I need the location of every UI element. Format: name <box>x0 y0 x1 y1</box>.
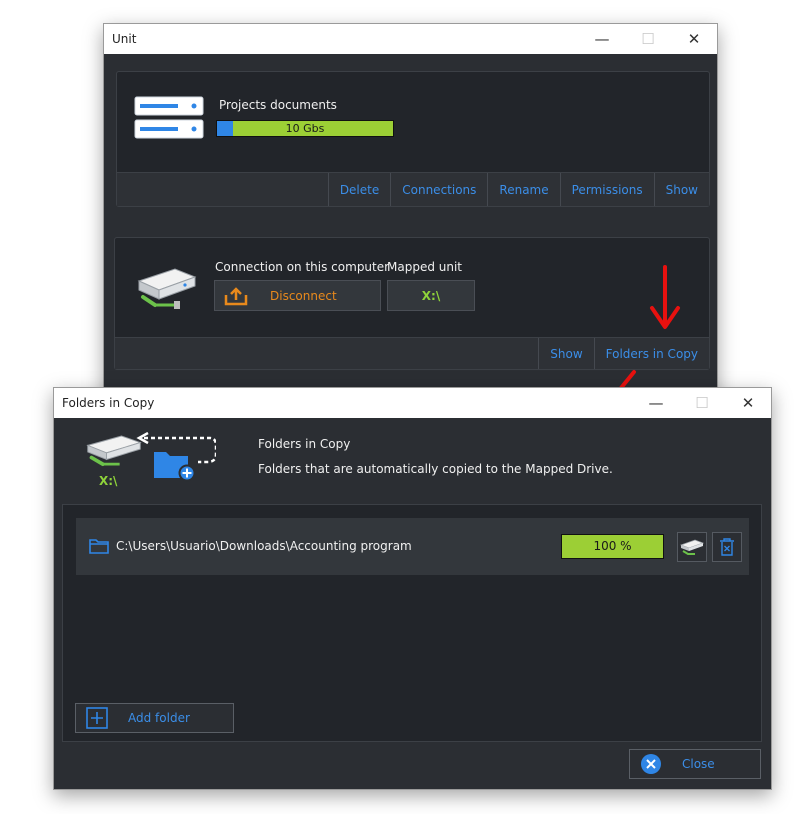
unit-window-title: Unit <box>112 32 137 46</box>
folders-in-copy-window: Folders in Copy — ☐ ✕ X:\ Folders in Cop… <box>53 387 772 790</box>
maximize-icon[interactable]: ☐ <box>679 388 725 418</box>
rename-button[interactable]: Rename <box>487 173 559 206</box>
delete-button[interactable]: Delete <box>327 173 390 206</box>
network-drive-icon <box>680 539 704 555</box>
folders-titlebar: Folders in Copy — ☐ ✕ <box>54 388 771 418</box>
storage-name: Projects documents <box>219 98 337 112</box>
folder-progress-bar: 100 % <box>561 534 664 559</box>
folders-window-title: Folders in Copy <box>62 396 155 410</box>
folder-icon <box>89 539 109 554</box>
connection-label: Connection on this computer <box>215 260 390 274</box>
delete-icon <box>720 538 734 556</box>
network-drive-icon <box>86 435 142 466</box>
close-label: Close <box>682 757 715 771</box>
connection-actions: Show Folders in Copy <box>115 337 709 369</box>
storage-actions: Delete Connections Rename Permissions Sh… <box>117 172 709 206</box>
connections-button[interactable]: Connections <box>390 173 487 206</box>
add-folder-button[interactable]: Add folder <box>75 703 234 733</box>
close-window-icon[interactable]: ✕ <box>725 388 771 418</box>
close-button[interactable]: Close <box>629 749 761 779</box>
connection-panel: Connection on this computer Disconnect M… <box>114 237 710 370</box>
mapped-unit-value-box: X:\ <box>387 280 475 311</box>
folders-heading: Folders in Copy <box>258 437 351 451</box>
minimize-icon[interactable]: — <box>633 388 679 418</box>
storage-usage-bar: 10 Gbs <box>216 120 394 137</box>
disconnect-label: Disconnect <box>270 288 337 303</box>
maximize-icon[interactable]: ☐ <box>625 24 671 54</box>
folder-list: C:\Users\Usuario\Downloads\Accounting pr… <box>62 504 762 742</box>
add-folder-label: Add folder <box>128 711 190 725</box>
open-drive-button[interactable] <box>677 532 707 562</box>
plus-icon <box>86 707 108 729</box>
storage-panel: Projects documents 10 Gbs Delete Connect… <box>116 71 710 207</box>
drive-letter: X:\ <box>99 474 118 488</box>
close-window-icon[interactable]: ✕ <box>671 24 717 54</box>
unit-window: Unit — ☐ ✕ Projects documents 10 Gbs Del… <box>103 23 718 403</box>
remove-folder-button[interactable] <box>712 532 742 562</box>
folder-row[interactable]: C:\Users\Usuario\Downloads\Accounting pr… <box>76 518 749 575</box>
folders-description: Folders that are automatically copied to… <box>258 462 613 476</box>
storage-usage-label: 10 Gbs <box>285 122 325 135</box>
annotation-arrow-down <box>650 265 680 329</box>
mapped-unit-label: Mapped unit <box>387 260 463 274</box>
disconnect-button[interactable]: Disconnect <box>214 280 381 311</box>
minimize-icon[interactable]: — <box>579 24 625 54</box>
folder-path: C:\Users\Usuario\Downloads\Accounting pr… <box>116 539 412 553</box>
show-storage-button[interactable]: Show <box>653 173 709 206</box>
server-icon <box>134 96 204 139</box>
network-drive-icon <box>137 268 197 309</box>
unit-titlebar: Unit — ☐ ✕ <box>104 24 717 54</box>
folders-in-copy-button[interactable]: Folders in Copy <box>593 338 709 369</box>
upload-icon <box>224 286 248 305</box>
folder-add-icon <box>154 452 196 482</box>
mapped-unit-value: X:\ <box>421 288 441 303</box>
permissions-button[interactable]: Permissions <box>559 173 654 206</box>
show-connection-button[interactable]: Show <box>538 338 593 369</box>
close-circle-icon <box>641 754 661 774</box>
